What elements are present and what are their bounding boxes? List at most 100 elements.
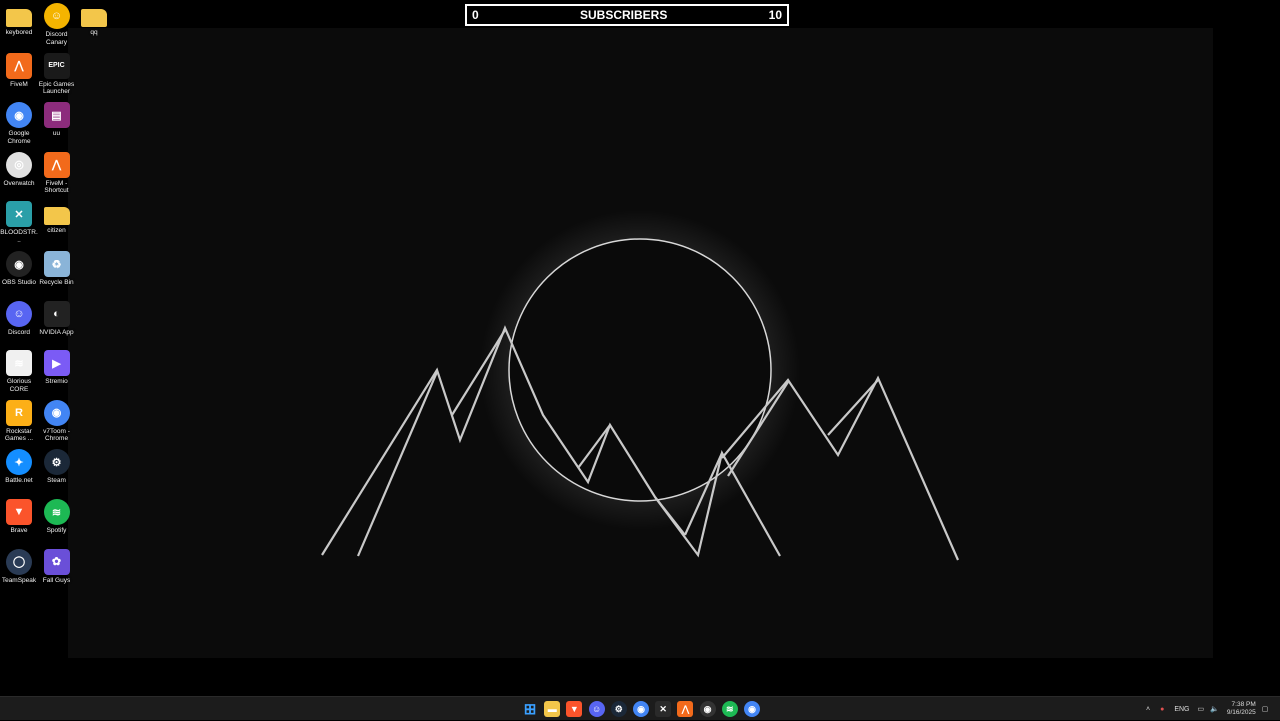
desktop-icon-label: TeamSpeak [1,576,37,584]
desktop-icon-label: FiveM - Shortcut [44,179,69,195]
taskbar-start-icon[interactable]: ⊞ [522,701,538,718]
microphone-icon[interactable]: ● [1160,706,1164,713]
folder-icon [43,207,70,226]
overwatch-icon: ◎ [6,151,32,178]
desktop-icon-label: citizen [47,227,66,235]
desktop-icon-label: Glorious CORE [6,378,32,393]
chrome-icon: ◉ [43,399,70,426]
desktop-icon-glorious-core[interactable]: ≋ Glorious CORE [0,350,38,393]
desktop-icon-discord-canary[interactable]: ☺ Discord Canary [38,3,76,46]
teamspeak-icon: ◯ [6,548,32,575]
desktop-icon-discord[interactable]: ☺ Discord [0,300,38,337]
clock-time: 7:38 PM [1231,701,1256,708]
desktop-icon-label: Discord Canary [45,31,68,46]
glorious-core-icon: ≋ [6,350,32,377]
desktop-icon-brave[interactable]: ▼ Brave [0,499,38,535]
taskbar-discord-icon[interactable]: ☺ [588,701,605,717]
desktop-icon-label: uu [52,130,61,138]
chrome-icon: ◉ [6,102,32,129]
desktop-icon-label: v7Toom - Chrome [43,427,70,443]
desktop-icon-keybored[interactable]: keybored [0,3,38,37]
clock[interactable]: 7:38 PM 9/16/2025 [1227,701,1256,717]
taskbar-xbox-icon[interactable]: ✕ [655,701,672,717]
desktop-icon-fivem-shortcut[interactable]: ⋀ FiveM - Shortcut [38,151,76,195]
desktop-icon-teamspeak[interactable]: ◯ TeamSpeak [0,548,38,585]
subscriber-goal-count: 10 [768,8,782,22]
desktop-icon-recycle-bin[interactable]: ♻ Recycle Bin [38,251,76,287]
desktop-icon-label: Spotify [46,527,67,534]
desktop-icon-rockstar-games[interactable]: R Rockstar Games ... [0,399,38,443]
bloodstrike-icon: ✕ [6,201,32,228]
desktop-icon-steam[interactable]: ⚙ Steam [38,449,76,485]
taskbar-chrome-icon[interactable]: ◉ [633,701,649,717]
fivem-icon: ⋀ [43,151,70,178]
winrar-icon: ▤ [43,102,70,129]
battlenet-icon: ✦ [6,449,32,476]
obs-icon: ◉ [6,251,32,277]
desktop-icon-bloodstr[interactable]: ✕ BLOODSTR... [0,201,38,244]
desktop-icon-nvidia-app[interactable]: ◐ NVIDIA App [38,300,76,337]
desktop-icon-label: Rockstar Games ... [4,427,34,443]
show-hidden-icons-chevron-icon[interactable]: ˄ [1146,706,1150,713]
desktop-wallpaper [0,0,1280,696]
clock-date: 9/16/2025 [1226,709,1256,716]
desktop-icon-v7toom-chrome[interactable]: ◉ v7Toom - Chrome [38,399,76,443]
desktop-icon-qq[interactable]: qq [75,3,113,37]
spotify-icon: ≋ [43,499,70,525]
desktop-icon-battle-net[interactable]: ✦ Battle.net [0,449,38,485]
desktop-icon-label: Brave [10,527,28,534]
desktop-icon-label: OBS Studio [2,279,36,286]
subscriber-title: SUBSCRIBERS [579,8,668,22]
desktop-icon-label: Stremio [45,378,68,386]
desktop-icon-label: Discord [7,328,31,336]
taskbar: ⊞ ▬ ▼ ☺ ⚙ ◉ ✕ ⋀ ◉ ≋ ◉ ˄ ● ENG ▭ 🔈 7:38 PM 9/16/202… [0,696,1280,720]
discord-canary-icon: ☺ [43,3,70,29]
desktop-icon-label: keybored [5,29,33,36]
volume-icon[interactable]: 🔈 [1210,705,1219,713]
desktop-icon-citizen[interactable]: citizen [38,201,76,235]
network-icon[interactable]: ▭ [1198,705,1205,713]
desktop-icon-overwatch[interactable]: ◎ Overwatch [0,151,38,188]
desktop-icon-label: qq [90,29,98,36]
desktop-icon-label: Epic Games Launcher [38,80,75,96]
desktop-icon-fall-guys[interactable]: ✿ Fall Guys [38,548,76,585]
steam-icon: ⚙ [43,449,70,476]
taskbar-file-explorer-icon[interactable]: ▬ [544,701,561,717]
desktop-icon-obs-studio[interactable]: ◉ OBS Studio [0,251,38,287]
taskbar-obs-icon[interactable]: ◉ [699,701,716,717]
desktop-icon-label: Fall Guys [42,576,71,584]
taskbar-fivem-icon[interactable]: ⋀ [677,701,694,717]
language-indicator[interactable]: ENG [1174,706,1189,713]
taskbar-spotify-icon[interactable]: ≋ [721,701,738,717]
desktop-icon-spotify[interactable]: ≋ Spotify [38,499,76,535]
notification-bell-icon[interactable]: ▢ [1262,705,1269,713]
desktop-icon-fivem[interactable]: ⋀ FiveM [0,52,38,89]
nvidia-icon: ◐ [43,300,70,327]
taskbar-brave-icon[interactable]: ▼ [566,701,583,717]
desktop-icon-label: Google Chrome [7,130,31,145]
desktop-icon-label: Recycle Bin [39,279,74,286]
fall-guys-icon: ✿ [43,548,70,575]
desktop-icon-label: Overwatch [3,179,35,187]
system-tray: ˄ ● ENG ▭ 🔈 7:38 PM 9/16/2025 ▢ [1146,697,1268,721]
discord-icon: ☺ [6,300,32,327]
desktop-icon-label: BLOODSTR... [0,229,38,244]
recycle-bin-icon: ♻ [43,251,70,277]
desktop-icon-stremio[interactable]: ▶ Stremio [38,350,76,386]
fivem-icon: ⋀ [6,52,32,79]
desktop-icon-label: NVIDIA App [39,328,74,336]
taskbar-chrome-icon[interactable]: ◉ [744,701,760,717]
folder-icon [6,9,32,27]
desktop-icon-google-chrome[interactable]: ◉ Google Chrome [0,102,38,145]
taskbar-steam-icon[interactable]: ⚙ [610,701,627,717]
desktop-icon-label: Steam [47,477,66,485]
subscriber-progress-widget: 0 SUBSCRIBERS 10 [465,4,789,26]
epic-games-icon: EPIC [43,52,70,79]
desktop-icon-uu[interactable]: ▤ uu [38,102,76,138]
folder-icon [81,9,107,27]
desktop-icon-label: FiveM [10,80,28,88]
desktop-icon-epic-games-launcher[interactable]: EPIC Epic Games Launcher [38,52,76,96]
brave-icon: ▼ [6,499,32,525]
subscriber-start-count: 0 [472,8,479,22]
desktop-icon-label: Battle.net [5,477,33,485]
